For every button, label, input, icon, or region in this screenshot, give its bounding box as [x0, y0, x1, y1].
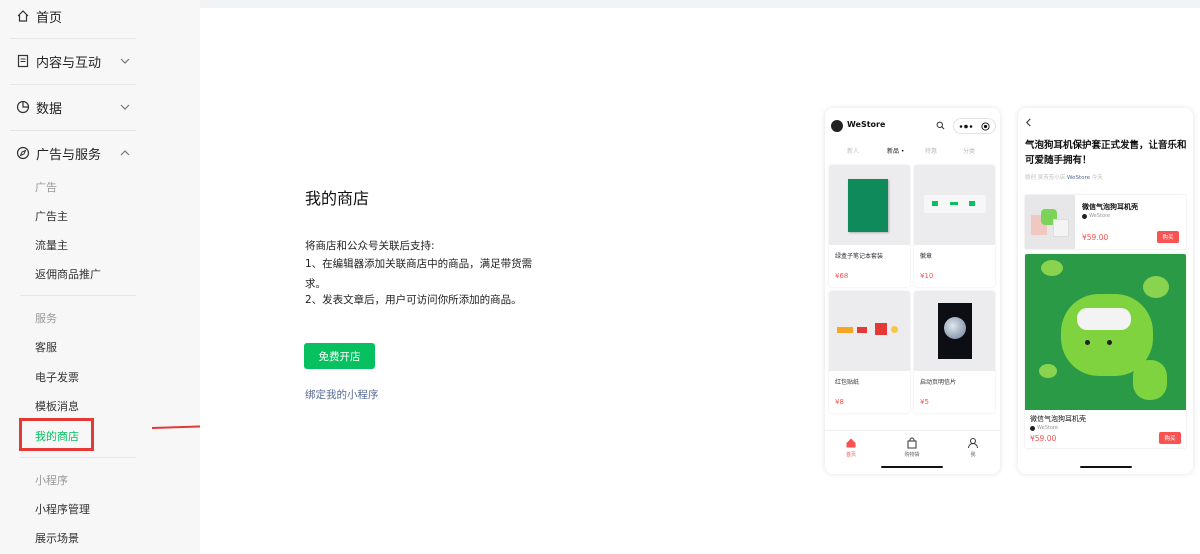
close-target-icon — [981, 122, 990, 131]
article-meta: 原创 吴芳芳小店 WeStore 今天 — [1025, 173, 1103, 181]
feature-point-2: 2、发表文章后，用户可访问你所添加的商品。 — [305, 294, 522, 306]
sidebar-item-customer-service[interactable]: 客服 — [35, 339, 57, 355]
product-card: 徽章 ¥10 — [914, 165, 995, 287]
chevron-up-icon[interactable] — [118, 146, 132, 160]
user-icon — [968, 438, 978, 449]
article-meta-time: 今天 — [1091, 175, 1103, 181]
nav-tab-cart: 购物袋 — [892, 437, 932, 458]
product-name: 启动页明信片 — [920, 379, 957, 386]
highlight-box — [19, 418, 94, 451]
open-store-button[interactable]: 免费开店 — [304, 343, 375, 369]
product-price: ¥59.00 — [1082, 233, 1109, 242]
sidebar-item-label: 首页 — [36, 10, 63, 26]
home-indicator — [881, 466, 943, 468]
product-image — [829, 291, 910, 371]
store-logo — [831, 120, 843, 132]
pie-chart-icon — [16, 100, 30, 114]
sidebar-item-rebate[interactable]: 返佣商品推广 — [35, 266, 101, 282]
divider — [10, 38, 136, 39]
article-meta-prefix: 原创 吴芳芳小店 — [1025, 175, 1066, 181]
chevron-down-icon[interactable] — [118, 54, 132, 68]
product-name: 红包贴纸 — [835, 379, 860, 386]
article-title: 气泡狗耳机保护套正式发售，让音乐和可爱随手拥有！ — [1025, 140, 1187, 166]
sidebar-item-showcase[interactable]: 展示场景 — [35, 530, 79, 546]
product-card: 启动页明信片 ¥5 — [914, 291, 995, 413]
bind-miniprogram-link[interactable]: 绑定我的小程序 — [305, 387, 379, 402]
sidebar-item-miniprogram-manage[interactable]: 小程序管理 — [35, 501, 90, 517]
store-tab: 特惠 — [925, 148, 938, 155]
nav-tab-label: 购物袋 — [904, 452, 920, 458]
nav-tab-me: 我 — [953, 437, 993, 458]
product-name: 绿盒子笔记本套装 — [835, 253, 884, 260]
product-image — [829, 165, 910, 245]
store-tab: 新人 — [847, 148, 860, 155]
nav-tab-home: 首页 — [831, 437, 871, 458]
buy-button: 购买 — [1157, 231, 1179, 243]
store-preview-phone: WeStore 新人 新品 • 特惠 分类 绿盒子笔记本套装 ¥68 徽章 ¥1… — [825, 108, 1000, 474]
more-icon — [959, 124, 973, 129]
document-icon — [17, 54, 29, 68]
chevron-down-icon[interactable] — [118, 100, 132, 114]
intro-text: 将商店和公众号关联后支持: — [305, 240, 435, 252]
home-icon — [17, 10, 29, 22]
shopping-bag-icon — [907, 437, 917, 449]
group-label-services: 服务 — [35, 312, 57, 325]
store-name: WeStore — [1089, 213, 1110, 219]
store-bottom-nav: 首页 购物袋 我 — [825, 430, 1000, 474]
buy-button: 购买 — [1159, 432, 1181, 444]
product-store: WeStore — [1030, 425, 1058, 431]
store-header: WeStore — [825, 108, 1000, 142]
product-price: ¥5 — [920, 398, 929, 406]
product-price: ¥8 — [835, 398, 844, 406]
sidebar-item-label: 数据 — [36, 101, 63, 117]
sidebar-item-advertiser[interactable]: 广告主 — [35, 208, 68, 224]
product-card-small: 微信气泡狗耳机壳 WeStore ¥59.00 购买 — [1025, 195, 1186, 249]
store-tab: 新品 • — [887, 148, 905, 155]
divider — [20, 457, 136, 458]
product-price: ¥68 — [835, 272, 849, 280]
product-price: ¥10 — [920, 272, 934, 280]
divider — [20, 295, 136, 296]
product-name: 微信气泡狗耳机壳 — [1030, 415, 1086, 423]
sidebar-item-label: 内容与互动 — [36, 55, 102, 71]
capsule-menu — [953, 118, 996, 134]
sidebar-item-invoice[interactable]: 电子发票 — [35, 369, 79, 385]
store-name: WeStore — [1037, 425, 1058, 431]
group-label-ads: 广告 — [35, 181, 57, 194]
sidebar-item-label: 广告与服务 — [36, 147, 102, 163]
home-indicator — [1080, 466, 1132, 468]
back-arrow-icon — [1025, 118, 1031, 127]
home-icon — [846, 438, 856, 448]
product-image — [1025, 195, 1075, 249]
compass-icon — [16, 146, 30, 160]
article-meta-account: WeStore — [1067, 175, 1091, 181]
product-store: WeStore — [1082, 213, 1110, 219]
nav-tab-label: 我 — [970, 452, 976, 458]
page-title: 我的商店 — [305, 189, 370, 208]
product-image — [914, 165, 995, 245]
sidebar: 首页 内容与互动 数据 广告与服务 广告 广告主 流量主 返佣商品推广 服务 客… — [0, 0, 200, 554]
product-price: ¥59.00 — [1030, 434, 1057, 443]
product-card-large: 微信气泡狗耳机壳 WeStore ¥59.00 购买 — [1025, 254, 1186, 448]
sidebar-item-publisher[interactable]: 流量主 — [35, 237, 68, 253]
feature-point-1: 1、在编辑器添加关联商店中的商品，满足带货需求。 — [305, 258, 533, 290]
product-name: 徽章 — [920, 253, 933, 260]
group-label-miniprogram: 小程序 — [35, 474, 68, 487]
nav-tab-label: 首页 — [845, 452, 856, 458]
product-name: 微信气泡狗耳机壳 — [1082, 203, 1138, 211]
product-card: 红包贴纸 ¥8 — [829, 291, 910, 413]
product-card: 绿盒子笔记本套装 ¥68 — [829, 165, 910, 287]
product-image — [1025, 254, 1186, 410]
product-image — [914, 291, 995, 371]
sidebar-item-home[interactable]: 首页 — [16, 5, 136, 27]
store-tabs: 新人 新品 • 特惠 分类 — [825, 144, 1000, 158]
article-preview-phone: 气泡狗耳机保护套正式发售，让音乐和可爱随手拥有！ 原创 吴芳芳小店 WeStor… — [1018, 108, 1193, 474]
divider — [10, 84, 136, 85]
sidebar-item-template-message[interactable]: 模板消息 — [35, 398, 79, 414]
store-name: WeStore — [847, 120, 886, 129]
search-icon — [936, 121, 945, 130]
store-tab: 分类 — [963, 148, 976, 155]
divider — [10, 130, 136, 131]
